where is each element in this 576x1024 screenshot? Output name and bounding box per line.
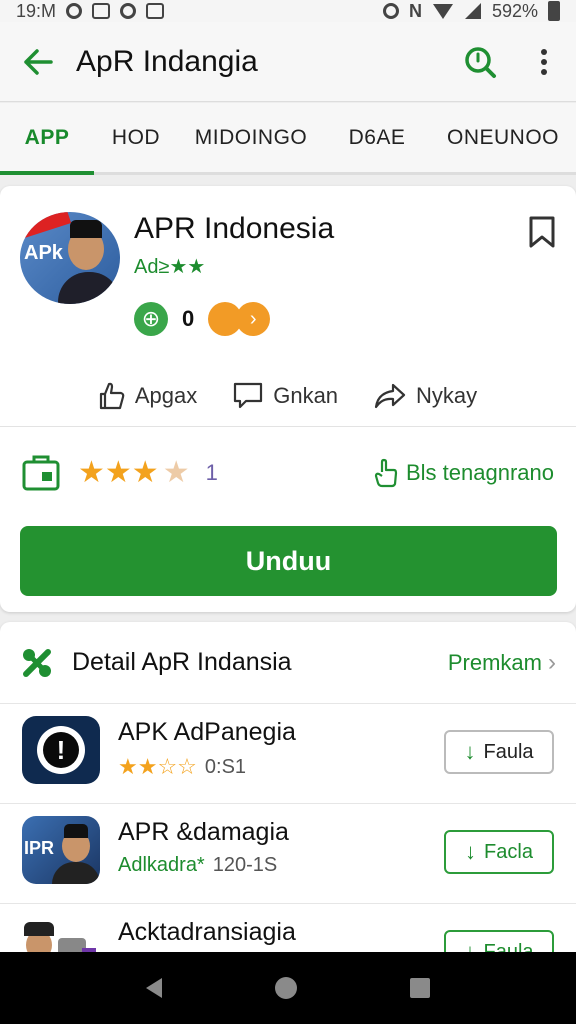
list-item-meta-text: 120-1S [212,854,278,876]
rating-stars-full: ★★★ [78,456,159,489]
app-name: APR Indonesia [134,212,335,245]
tab-hod[interactable]: HOD [94,103,178,172]
nav-back-icon[interactable] [146,978,163,998]
chevron-right-icon: › [548,648,556,676]
thumbs-up-icon [99,382,125,410]
list-item-meta: ★★☆☆ 0:S1 [118,754,246,780]
tab-bar: APP HOD MIDOINGO D6AE ONEUNOO [0,103,576,175]
system-nav-bar [0,952,576,1024]
status-calendar-icon [92,3,111,19]
status-nfc-icon: N [408,0,422,21]
status-battery-icon [548,1,560,21]
status-bar: 19:M N 592% [0,0,576,22]
comment-label: Gnkan [273,383,339,408]
arrow-left-icon [24,48,53,75]
alert-app-icon: ! [22,716,100,784]
package-icon [22,455,60,491]
list-item-meta-text: 0:S1 [204,755,247,778]
app-bar: ApR Indangia [0,22,576,102]
list-item-meta: Adlkadra* 120-1S [118,854,277,877]
status-battery-text: 592% [491,0,538,21]
card-divider [0,426,576,427]
bookmark-button[interactable] [528,216,556,253]
comment-action[interactable]: Gnkan [233,382,338,410]
get-button-label: Facla [484,840,533,863]
list-item[interactable]: ! APK AdPanegia ★★☆☆ 0:S1 ↓ Faula [0,704,576,804]
status-notification-icon [66,3,83,19]
tab-midoingo[interactable]: MIDOINGO [178,103,324,172]
status-wifi-icon [432,4,453,19]
list-item-title: APR &damagia [118,818,289,846]
download-arrow-icon: ↓ [464,739,476,764]
avatar-text: APk [24,242,63,264]
app-avatar: APk [20,212,120,304]
details-card: Detail ApR Indansia Premkam › ! APK AdPa… [0,622,576,984]
avatar-hat [70,220,102,238]
hand-icon [374,458,398,488]
see-more-link[interactable]: Premkam › [448,649,556,677]
list-item-stars: ★★☆☆ [118,754,197,779]
back-button[interactable] [0,22,76,102]
tab-d6ae[interactable]: D6AE [324,103,430,172]
overflow-menu-button[interactable] [512,22,576,102]
page-title: ApR Indangia [76,44,258,78]
list-item-title: Acktadransiagia [118,918,296,946]
get-button[interactable]: ↓ Faula [444,730,554,774]
status-keyboard-icon [146,3,165,19]
search-icon [465,46,496,78]
section-title: Detail ApR Indansia [72,648,292,676]
section-header: Detail ApR Indansia Premkam › [0,622,576,704]
nav-recents-icon[interactable] [409,978,430,998]
nav-home-icon[interactable] [274,977,297,999]
status-sync-icon [120,3,137,19]
status-settings-icon [382,3,399,19]
like-action[interactable]: Apgax [99,381,197,411]
list-item-meta-green: Adlkadra* [118,854,205,876]
add-circle-icon[interactable]: ⊕ [134,302,168,336]
install-note-label: Bls tenagnrano [406,460,554,485]
bookmark-icon [529,216,555,248]
app-badges: ⊕ 0 › [134,302,271,336]
status-signal-icon [464,3,481,19]
get-button[interactable]: ↓ Facla [444,830,554,874]
like-label: Apgax [134,383,198,408]
install-note[interactable]: Bls tenagnrano [374,458,554,488]
tab-app[interactable]: APP [0,103,94,175]
share-label: Nykay [416,383,478,408]
search-button[interactable] [448,22,512,102]
download-arrow-icon: ↓ [465,839,477,864]
status-time: 19:M [16,0,57,21]
app-thumbnail: IPR [22,816,100,884]
tools-icon [23,648,51,677]
thumb-text: IPR [24,838,55,858]
share-icon [374,383,406,409]
rating-count: 1 [205,460,218,485]
list-item[interactable]: IPR APR &damagia Adlkadra* 120-1S ↓ Facl… [0,804,576,904]
avatar-ribbon [20,212,72,241]
comment-icon [234,382,263,409]
avatar-suit [58,272,120,304]
get-button-label: Faula [483,740,534,763]
action-row: Apgax Gnkan Nykay [0,366,576,426]
rating-row: ★★★ ★ 1 Bls tenagnrano [0,448,576,498]
list-item-title: APK AdPanegia [118,718,296,746]
rating-stars: ★★★ ★ [78,458,190,488]
app-subtitle: Ad≥★★ [134,256,206,278]
more-vertical-icon [541,48,547,75]
app-card: APk APR Indonesia Ad≥★★ ⊕ 0 › Apgax Gnka… [0,186,576,612]
badge-count: 0 [182,306,195,331]
orange-badge-icon[interactable]: › [208,302,271,336]
tab-oneunoo[interactable]: ONEUNOO [430,103,576,172]
rating-star-half: ★ [162,456,190,489]
share-action[interactable]: Nykay [374,383,477,409]
download-button[interactable]: Unduu [20,526,557,596]
see-more-label: Premkam [447,649,542,675]
